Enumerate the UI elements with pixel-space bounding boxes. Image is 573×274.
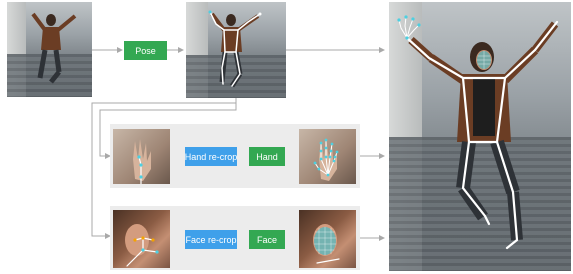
hand-pipeline-panel: Hand re-crop Hand: [110, 124, 360, 188]
holistic-skeleton-overlay: [397, 15, 559, 250]
hand-landmarks-overlay: [313, 138, 339, 181]
face-model-box: Face: [249, 230, 285, 249]
face-result-photo: [299, 210, 356, 268]
hand-landmarks-overlay: [133, 139, 151, 184]
face-keypoints-overlay: [125, 224, 159, 267]
face-mesh-overlay: [313, 224, 340, 264]
output-photo: [389, 2, 571, 271]
pose-photo: [186, 2, 286, 98]
hand-model-box: Hand: [249, 147, 285, 166]
pose-model-box: Pose: [124, 41, 167, 60]
hand-crop-photo: [113, 129, 170, 184]
person-figure: [31, 12, 77, 84]
hand-recrop-box: Hand re-crop: [185, 147, 237, 166]
face-recrop-box: Face re-crop: [185, 230, 237, 249]
face-pipeline-panel: Face re-crop Face: [110, 206, 360, 270]
input-photo: [7, 2, 92, 97]
face-crop-photo: [113, 210, 170, 268]
hand-result-photo: [299, 129, 356, 184]
pose-skeleton-overlay: [208, 10, 262, 87]
